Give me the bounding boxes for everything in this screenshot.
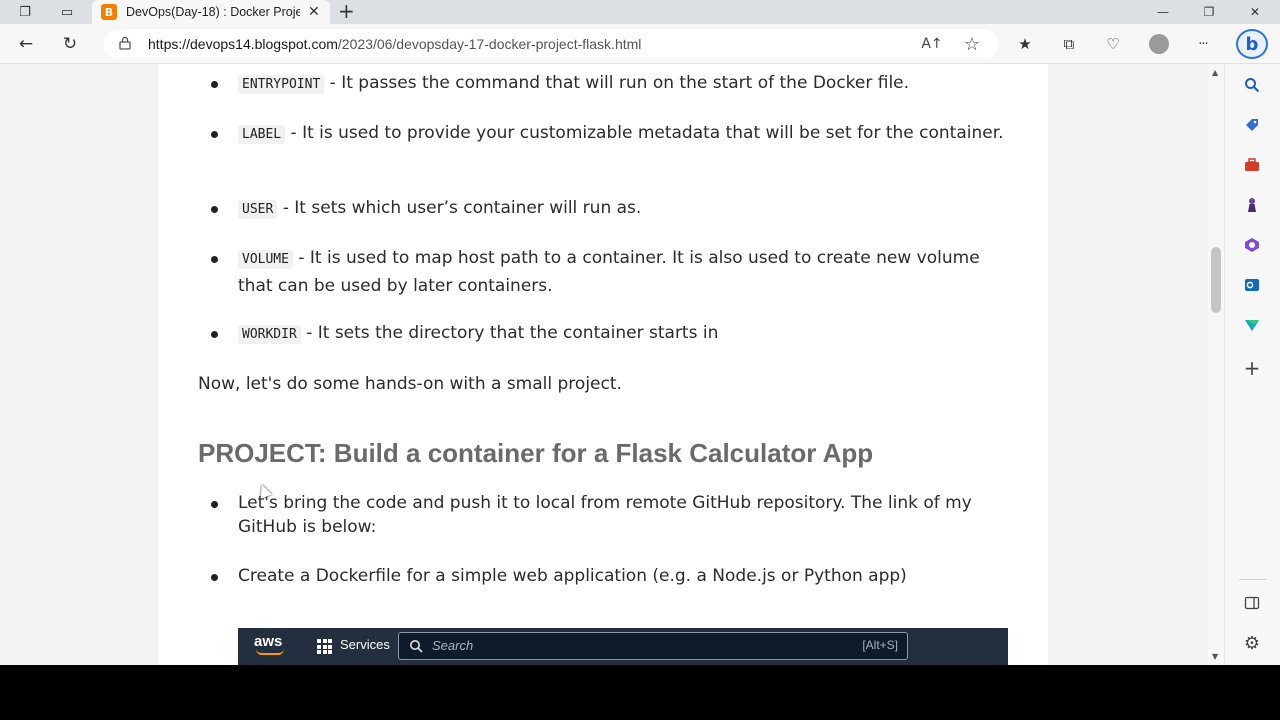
- sidebar-toggle-icon[interactable]: [1241, 592, 1263, 614]
- code-label: LABEL: [238, 125, 286, 144]
- list-item: Let's bring the code and push it to loca…: [211, 491, 1018, 539]
- window-close-icon[interactable]: ✕: [1232, 0, 1278, 24]
- aws-smile-icon: [256, 649, 284, 655]
- refresh-icon[interactable]: ↻: [58, 32, 82, 56]
- minimize-icon[interactable]: —: [1140, 0, 1186, 24]
- games-chess-icon[interactable]: [1241, 194, 1263, 216]
- aws-logo: aws: [254, 633, 283, 650]
- tab-strip: ❐ ▭ B DevOps(Day-18) : Docker Project ✕ …: [0, 0, 1280, 24]
- back-icon[interactable]: ←: [14, 32, 38, 56]
- list-item: VOLUME - It is used to map host path to …: [211, 245, 1018, 300]
- list-item: WORKDIR - It sets the directory that the…: [211, 320, 1018, 348]
- new-tab-icon[interactable]: +: [338, 0, 355, 22]
- address-bar[interactable]: https://devops14.blogspot.com/2023/06/de…: [104, 29, 998, 59]
- workspaces-icon[interactable]: ❐: [15, 2, 35, 22]
- lock-icon: [119, 36, 131, 50]
- more-options-icon[interactable]: ···: [1192, 33, 1214, 55]
- bing-copilot-icon[interactable]: b: [1236, 29, 1268, 59]
- intro-paragraph: Now, let's do some hands-on with a small…: [198, 374, 622, 394]
- outlook-icon[interactable]: [1241, 274, 1263, 296]
- project-heading: PROJECT: Build a container for a Flask C…: [198, 438, 874, 468]
- browser-toolbar: ← ↻ https://devops14.blogspot.com/2023/0…: [0, 24, 1280, 64]
- aws-search-placeholder: Search: [432, 638, 474, 653]
- collections-icon[interactable]: ⧉: [1058, 33, 1080, 55]
- list-item: USER - It sets which user’s container wi…: [211, 195, 1018, 223]
- web-page: ENTRYPOINT - It passes the command that …: [0, 64, 1208, 665]
- active-tab[interactable]: B DevOps(Day-18) : Docker Project ✕: [92, 0, 330, 24]
- code-volume: VOLUME: [238, 250, 293, 269]
- favorite-star-icon[interactable]: ☆: [962, 34, 982, 55]
- code-user: USER: [238, 200, 278, 219]
- letterbox-bar: [0, 665, 1280, 720]
- office-icon[interactable]: [1241, 234, 1263, 256]
- edge-sidebar: + ⚙: [1224, 64, 1280, 665]
- search-icon: [410, 640, 423, 653]
- page-scrollbar[interactable]: ▲ ▼: [1208, 64, 1224, 665]
- performance-icon[interactable]: ♡: [1102, 33, 1124, 55]
- article-content: ENTRYPOINT - It passes the command that …: [158, 64, 1048, 665]
- scroll-up-icon[interactable]: ▲: [1212, 68, 1218, 77]
- tab-actions-icon[interactable]: ▭: [57, 2, 77, 22]
- read-aloud-icon[interactable]: A↑: [921, 34, 942, 54]
- favorites-icon[interactable]: ★: [1014, 33, 1036, 55]
- scroll-thumb[interactable]: [1211, 247, 1221, 313]
- profile-avatar[interactable]: [1149, 34, 1169, 54]
- shopping-tag-icon[interactable]: [1241, 114, 1263, 136]
- tab-title: DevOps(Day-18) : Docker Project: [126, 5, 300, 19]
- url-text[interactable]: https://devops14.blogspot.com/2023/06/de…: [148, 36, 641, 52]
- aws-console-screenshot: aws Services Search [Alt+S]: [238, 628, 1008, 665]
- tools-briefcase-icon[interactable]: [1241, 154, 1263, 176]
- add-icon[interactable]: +: [1241, 356, 1263, 380]
- scroll-down-icon[interactable]: ▼: [1212, 652, 1218, 661]
- list-item: Create a Dockerfile for a simple web app…: [211, 563, 1018, 590]
- aws-search-shortcut: [Alt+S]: [862, 638, 898, 652]
- services-grid-icon: [317, 639, 332, 654]
- code-entrypoint: ENTRYPOINT: [238, 75, 325, 94]
- blogger-favicon-icon: B: [101, 4, 117, 20]
- aws-services-label: Services: [340, 637, 390, 652]
- search-icon[interactable]: [1241, 74, 1263, 96]
- list-item: LABEL - It is used to provide your custo…: [211, 120, 1018, 148]
- code-workdir: WORKDIR: [238, 325, 301, 344]
- restore-icon[interactable]: ❐: [1186, 0, 1232, 24]
- tab-close-icon[interactable]: ✕: [308, 4, 320, 20]
- aws-search-box: Search [Alt+S]: [398, 632, 908, 660]
- list-item: ENTRYPOINT - It passes the command that …: [211, 70, 1018, 98]
- send-drop-icon[interactable]: [1241, 314, 1263, 336]
- gear-icon[interactable]: ⚙: [1241, 632, 1263, 654]
